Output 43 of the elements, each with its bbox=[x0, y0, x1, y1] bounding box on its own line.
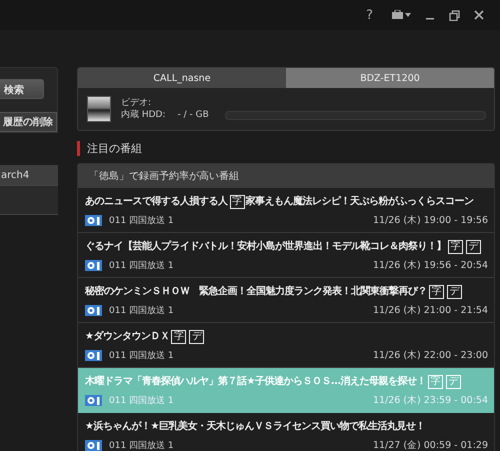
program-row[interactable]: ★浜ちゃんが！★巨乳美女・天木じゅんＶＳライセンス買い物で私生活丸見せ！ 011 四国放送 1 11/27 (金) 00:59 - 01:29 bbox=[78, 413, 494, 451]
toolbox-icon[interactable] bbox=[391, 10, 411, 20]
channel-logo-icon bbox=[85, 395, 102, 406]
program-row[interactable]: 秘密のケンミンＳＨＯＷ 緊急企画！全国魅力度ランク発表！北関東衝撃再び？ 字 デ 011 四国放送 1 11/26 (木) 21:00 - 21:54 bbox=[78, 278, 494, 323]
channel-logo-icon bbox=[85, 305, 102, 316]
program-title: ★ダウンタウンＤＸ 字 デ bbox=[85, 329, 206, 344]
channel-logo-icon bbox=[85, 440, 102, 451]
channel-name: 011 四国放送 1 bbox=[109, 350, 174, 362]
program-title: ぐるナイ【芸能人プライドバトル！安村小島が世界進出！モデル靴コレ＆肉祭り！】 字 デ bbox=[85, 239, 482, 254]
channel-name: 011 四国放送 1 bbox=[109, 214, 174, 227]
hdd-capacity: - / - GB bbox=[178, 109, 209, 121]
channel-name: 011 四国放送 1 bbox=[109, 260, 174, 272]
search-button[interactable]: 検索 bbox=[0, 79, 44, 99]
close-icon[interactable] bbox=[474, 10, 484, 20]
section-heading: 注目の番組 bbox=[87, 141, 142, 156]
channel-name: 011 四国放送 1 bbox=[109, 304, 174, 317]
program-title: ★浜ちゃんが！★巨乳美女・天木じゅんＶＳライセンス買い物で私生活丸見せ！ bbox=[85, 419, 425, 433]
video-label: ビデオ: bbox=[121, 97, 152, 109]
device-tab[interactable]: CALL_nasne bbox=[78, 68, 286, 88]
search-history-item[interactable]: arch4 bbox=[0, 165, 58, 186]
clear-history-button[interactable]: 履歴の削除 bbox=[0, 112, 57, 132]
hdd-label: 内蔵 HDD: bbox=[121, 109, 166, 121]
program-title: 木曜ドラマ「青春探偵ハルヤ」第７話★子供達からＳＯＳ…消えた母親を探せ！ 字 デ bbox=[85, 374, 462, 389]
channel-name: 011 四国放送 1 bbox=[109, 394, 174, 407]
restore-icon[interactable] bbox=[449, 10, 460, 20]
channel-logo-icon bbox=[85, 260, 102, 271]
program-title: あのニュースで得する人損する人 字 家事えもん魔法レシピ！天ぷら粉がふっくらスコーン bbox=[85, 194, 474, 209]
program-title: 秘密のケンミンＳＨＯＷ 緊急企画！全国魅力度ランク発表！北関東衝撃再び？ 字 デ bbox=[85, 284, 463, 299]
air-time: 11/26 (木) 21:00 - 21:54 bbox=[372, 304, 488, 317]
program-row[interactable]: あのニュースで得する人損する人 字 家事えもん魔法レシピ！天ぷら粉がふっくらスコーン 011 四国放送 1 11/26 (木) 19:00 - 19:56 bbox=[78, 188, 494, 233]
channel-name: 011 四国放送 1 bbox=[109, 440, 174, 451]
program-row[interactable]: ぐるナイ【芸能人プライドバトル！安村小島が世界進出！モデル靴コレ＆肉祭り！】 字 デ 011 四国放送 1 11/26 (木) 19:56 - 20:54 bbox=[78, 233, 494, 278]
air-time: 11/26 (木) 22:00 - 23:00 bbox=[372, 349, 488, 362]
device-tab[interactable]: BDZ-ET1200 bbox=[286, 68, 494, 88]
help-button[interactable]: ? bbox=[366, 8, 373, 22]
list-header: 「徳島」で録画予約率が高い番組 bbox=[78, 164, 494, 188]
channel-logo-icon bbox=[85, 350, 102, 361]
air-time: 11/26 (木) 23:59 - 00:54 bbox=[372, 394, 488, 407]
recorder-icon bbox=[87, 96, 111, 122]
air-time: 11/26 (木) 19:00 - 19:56 bbox=[372, 214, 488, 227]
air-time: 11/27 (金) 00:59 - 01:29 bbox=[372, 439, 488, 451]
channel-logo-icon bbox=[85, 215, 102, 226]
air-time: 11/26 (木) 19:56 - 20:54 bbox=[372, 259, 488, 272]
